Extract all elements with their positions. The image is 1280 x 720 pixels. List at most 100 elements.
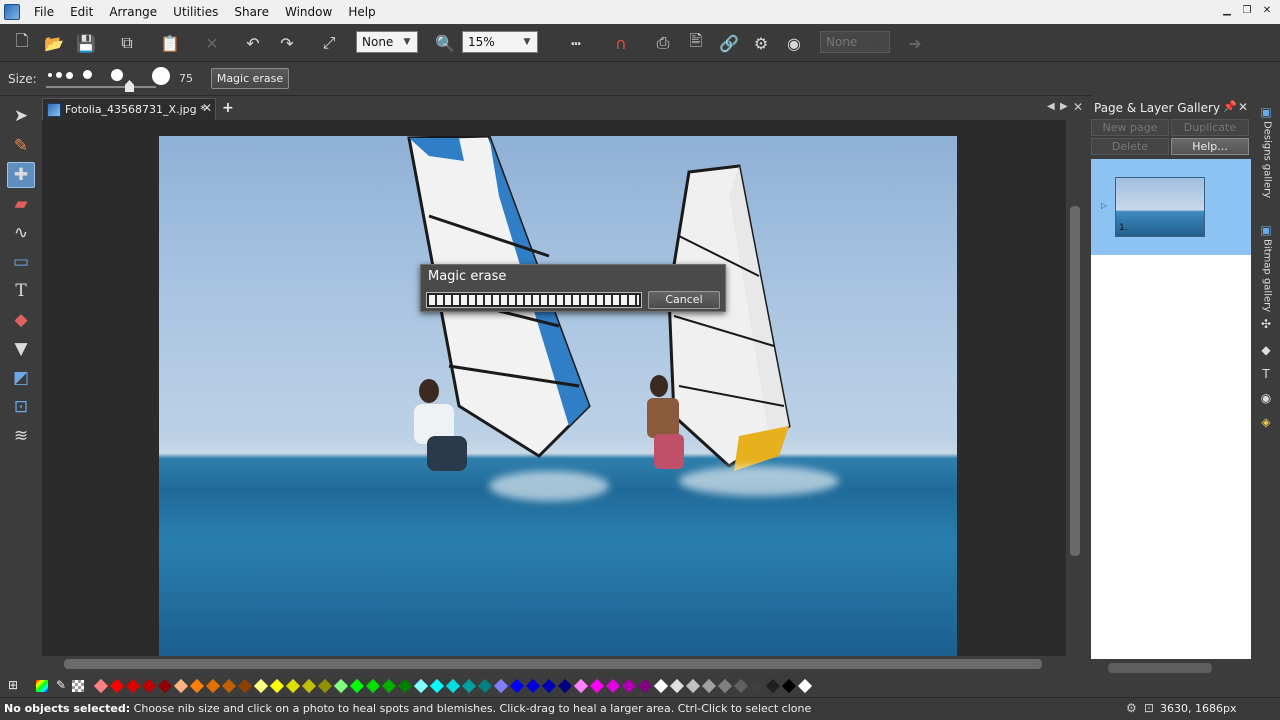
menu-file[interactable]: File bbox=[26, 0, 62, 24]
color-swatch[interactable] bbox=[445, 678, 461, 694]
color-swatch[interactable] bbox=[749, 678, 765, 694]
document-tab[interactable]: Fotolia_43568731_X.jpg * bbox=[42, 98, 216, 120]
color-swatch[interactable] bbox=[125, 678, 141, 694]
page-item-selected[interactable]: ▷ 1. bbox=[1091, 159, 1251, 255]
document-close-icon[interactable]: ✕ bbox=[1073, 100, 1083, 114]
page-thumbnail[interactable] bbox=[1115, 177, 1205, 237]
color-swatch[interactable] bbox=[349, 678, 365, 694]
web-properties-icon[interactable]: ⚙ bbox=[748, 30, 774, 56]
nib-size-medium[interactable] bbox=[83, 70, 92, 79]
color-swatch[interactable] bbox=[141, 678, 157, 694]
magic-erase-button[interactable]: Magic erase bbox=[211, 68, 289, 89]
panel-horizontal-scrollbar[interactable] bbox=[1092, 662, 1252, 674]
shadow-tool-icon[interactable]: ◩ bbox=[7, 365, 35, 391]
link-icon[interactable]: 🔗 bbox=[716, 30, 742, 56]
contour-tool-icon[interactable]: ≋ bbox=[7, 423, 35, 449]
color-swatch[interactable] bbox=[637, 678, 653, 694]
delete-button[interactable]: Delete bbox=[1091, 138, 1169, 155]
healing-tool-icon[interactable]: ✚ bbox=[7, 162, 35, 188]
tab-next-icon[interactable]: ▶ bbox=[1060, 101, 1068, 112]
color-swatch[interactable] bbox=[381, 678, 397, 694]
color-swatch[interactable] bbox=[173, 678, 189, 694]
color-swatch[interactable] bbox=[301, 678, 317, 694]
size-slider-track[interactable] bbox=[46, 86, 156, 88]
panel-close-icon[interactable]: ✕ bbox=[1238, 100, 1248, 114]
color-swatch[interactable] bbox=[589, 678, 605, 694]
color-swatch[interactable] bbox=[205, 678, 221, 694]
snap-magnet-icon[interactable]: ∩ bbox=[608, 30, 634, 56]
snap-status-icon[interactable]: ⚙ bbox=[1126, 701, 1137, 715]
tag-icon[interactable]: ◈ bbox=[1259, 415, 1273, 429]
color-picker-icon[interactable] bbox=[36, 680, 48, 692]
color-swatch[interactable] bbox=[397, 678, 413, 694]
bitmap-gallery-icon[interactable]: ▣ bbox=[1259, 223, 1273, 237]
color-swatch[interactable] bbox=[109, 678, 125, 694]
designs-gallery-tab[interactable]: Designs gallery bbox=[1256, 121, 1278, 216]
photo-windsurfers[interactable] bbox=[159, 136, 957, 656]
color-swatch[interactable] bbox=[605, 678, 621, 694]
export-icon[interactable]: ⎙ bbox=[650, 30, 676, 56]
color-swatch[interactable] bbox=[701, 678, 717, 694]
color-swatch[interactable] bbox=[509, 678, 525, 694]
transparency-tool-icon[interactable]: ▼ bbox=[7, 336, 35, 362]
duplicate-button[interactable]: Duplicate bbox=[1171, 119, 1249, 136]
eraser-tool-icon[interactable]: ▰ bbox=[7, 191, 35, 217]
color-swatch[interactable] bbox=[717, 678, 733, 694]
nib-size-small[interactable] bbox=[56, 72, 62, 78]
nib-size-small2[interactable] bbox=[66, 72, 73, 79]
color-swatch[interactable] bbox=[285, 678, 301, 694]
bitmap-gallery-tab[interactable]: Bitmap gallery bbox=[1256, 239, 1278, 319]
color-swatch[interactable] bbox=[557, 678, 573, 694]
feather-select[interactable]: None ▼ bbox=[356, 31, 418, 53]
color-swatch[interactable] bbox=[253, 678, 269, 694]
color-swatch[interactable] bbox=[733, 678, 749, 694]
tab-close-icon[interactable]: ✕ bbox=[202, 101, 212, 115]
close-icon[interactable]: ✕ bbox=[1258, 3, 1276, 19]
menu-window[interactable]: Window bbox=[277, 0, 340, 24]
color-swatch[interactable] bbox=[237, 678, 253, 694]
transform-icon[interactable]: ⤢ bbox=[316, 30, 342, 56]
fonts-icon[interactable]: T bbox=[1259, 367, 1273, 381]
color-swatch[interactable] bbox=[157, 678, 173, 694]
color-swatch[interactable] bbox=[365, 678, 381, 694]
color-swatch[interactable] bbox=[269, 678, 285, 694]
minimize-icon[interactable]: ▁ bbox=[1218, 3, 1236, 19]
restore-icon[interactable]: ❐ bbox=[1238, 3, 1256, 19]
color-swatch[interactable] bbox=[797, 678, 813, 694]
ruler-icon[interactable]: ┅ bbox=[558, 30, 594, 56]
redo-icon[interactable]: ↷ bbox=[274, 30, 300, 56]
new-tab-icon[interactable]: + bbox=[222, 100, 234, 116]
help-button[interactable]: Help... bbox=[1171, 138, 1249, 155]
save-icon[interactable]: 💾 bbox=[73, 30, 99, 56]
crop-tool-icon[interactable]: ⊡ bbox=[7, 394, 35, 420]
canvas-horizontal-scrollbar[interactable] bbox=[42, 656, 1066, 672]
color-gallery-icon[interactable]: ◉ bbox=[1259, 391, 1273, 405]
color-swatch[interactable] bbox=[221, 678, 237, 694]
color-swatch[interactable] bbox=[493, 678, 509, 694]
color-swatch[interactable] bbox=[429, 678, 445, 694]
text-tool-icon[interactable]: T bbox=[7, 278, 35, 304]
color-swatch[interactable] bbox=[317, 678, 333, 694]
nib-size-xlarge[interactable] bbox=[152, 67, 170, 85]
undo-icon[interactable]: ↶ bbox=[240, 30, 266, 56]
color-swatch[interactable] bbox=[621, 678, 637, 694]
color-swatch[interactable] bbox=[525, 678, 541, 694]
color-swatch[interactable] bbox=[669, 678, 685, 694]
selector-tool-icon[interactable]: ➤ bbox=[7, 103, 35, 129]
scroll-thumb[interactable] bbox=[1108, 663, 1212, 673]
color-swatch[interactable] bbox=[333, 678, 349, 694]
zoom-select[interactable]: 15% ▼ bbox=[462, 31, 538, 53]
color-swatch[interactable] bbox=[653, 678, 669, 694]
menu-utilities[interactable]: Utilities bbox=[165, 0, 226, 24]
connector-icon[interactable]: ✣ bbox=[1259, 317, 1273, 331]
copy-icon[interactable]: ⧉ bbox=[114, 30, 140, 56]
pin-icon[interactable]: 📌 bbox=[1223, 100, 1237, 113]
nib-size-large[interactable] bbox=[111, 69, 123, 81]
palette-menu-icon[interactable]: ⊞ bbox=[6, 678, 20, 692]
color-swatch[interactable] bbox=[781, 678, 797, 694]
no-color-icon[interactable] bbox=[72, 680, 84, 692]
color-swatch[interactable] bbox=[477, 678, 493, 694]
publish-icon[interactable]: 🖹 bbox=[683, 30, 709, 56]
freehand-tool-icon[interactable]: ∿ bbox=[7, 220, 35, 246]
menu-arrange[interactable]: Arrange bbox=[101, 0, 165, 24]
